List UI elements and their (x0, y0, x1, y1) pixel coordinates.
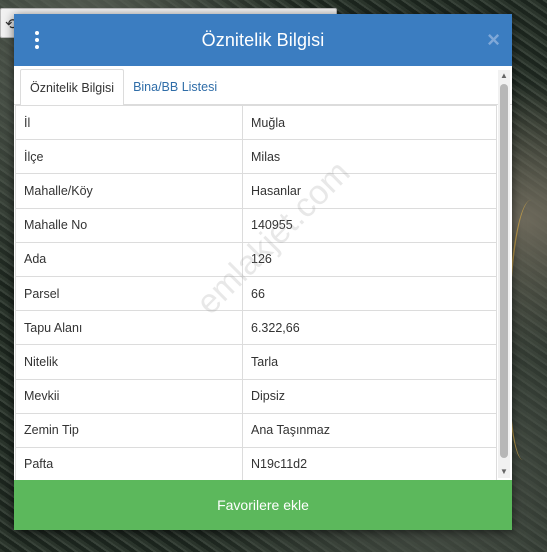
tab-building-list[interactable]: Bina/BB Listesi (124, 69, 226, 106)
attribute-value: Tarla (242, 344, 497, 380)
attribute-key: Zemin Tip (15, 412, 243, 448)
attribute-key: İlçe (15, 139, 243, 175)
attribute-value: Milas (242, 139, 497, 175)
table-row: Zemin Tip Ana Taşınmaz (15, 412, 497, 448)
attribute-value: Muğla (242, 105, 497, 141)
table-row: Mahalle/Köy Hasanlar (15, 173, 497, 209)
attribute-value: 6.322,66 (242, 310, 497, 346)
attribute-key: Mahalle No (15, 207, 243, 243)
scrollbar[interactable]: ▲ ▼ (498, 70, 510, 478)
attribute-key: Parsel (15, 275, 243, 312)
attribute-value: 140955 (242, 207, 497, 243)
attribute-value: Dipsiz (242, 378, 497, 414)
scroll-thumb[interactable] (500, 84, 508, 458)
tab-bar: Öznitelik Bilgisi Bina/BB Listesi (14, 66, 512, 106)
table-row: Parsel 66 (15, 275, 497, 312)
table-row: Pafta N19c11d2 (15, 446, 497, 480)
table-row: Ada 126 (15, 241, 497, 277)
table-row: İlçe Milas (15, 139, 497, 175)
attribute-value: Ana Taşınmaz (242, 412, 497, 448)
add-favorite-button[interactable]: Favorilere ekle (14, 480, 512, 530)
dialog-header: Öznitelik Bilgisi × (14, 14, 512, 66)
attribute-table: İl Muğla İlçe Milas Mahalle/Köy Hasanlar… (15, 105, 497, 480)
table-row: Mevkii Dipsiz (15, 378, 497, 414)
menu-icon[interactable] (30, 28, 44, 52)
attribute-key: Mahalle/Köy (15, 173, 243, 209)
close-icon[interactable]: × (487, 28, 500, 52)
table-row: İl Muğla (15, 105, 497, 141)
attribute-key: Pafta (15, 446, 243, 480)
attribute-key: Ada (15, 241, 243, 277)
table-row: Mahalle No 140955 (15, 207, 497, 243)
table-row: Nitelik Tarla (15, 344, 497, 380)
scroll-up-icon[interactable]: ▲ (498, 70, 510, 82)
table-row: Tapu Alanı 6.322,66 (15, 310, 497, 346)
attribute-key: Mevkii (15, 378, 243, 414)
dialog-title: Öznitelik Bilgisi (201, 29, 325, 50)
scroll-down-icon[interactable]: ▼ (498, 466, 510, 478)
attribute-table-container: İl Muğla İlçe Milas Mahalle/Köy Hasanlar… (14, 105, 512, 480)
attribute-value: N19c11d2 (242, 446, 497, 480)
attribute-key: İl (15, 105, 243, 141)
attribute-value: 66 (242, 275, 497, 312)
attribute-value: 126 (242, 241, 497, 277)
attribute-key: Tapu Alanı (15, 310, 243, 346)
attribute-value: Hasanlar (242, 173, 497, 209)
tab-attribute-info[interactable]: Öznitelik Bilgisi (20, 69, 125, 106)
attribute-key: Nitelik (15, 344, 243, 380)
attribute-dialog: Öznitelik Bilgisi × Öznitelik Bilgisi Bi… (14, 14, 512, 530)
